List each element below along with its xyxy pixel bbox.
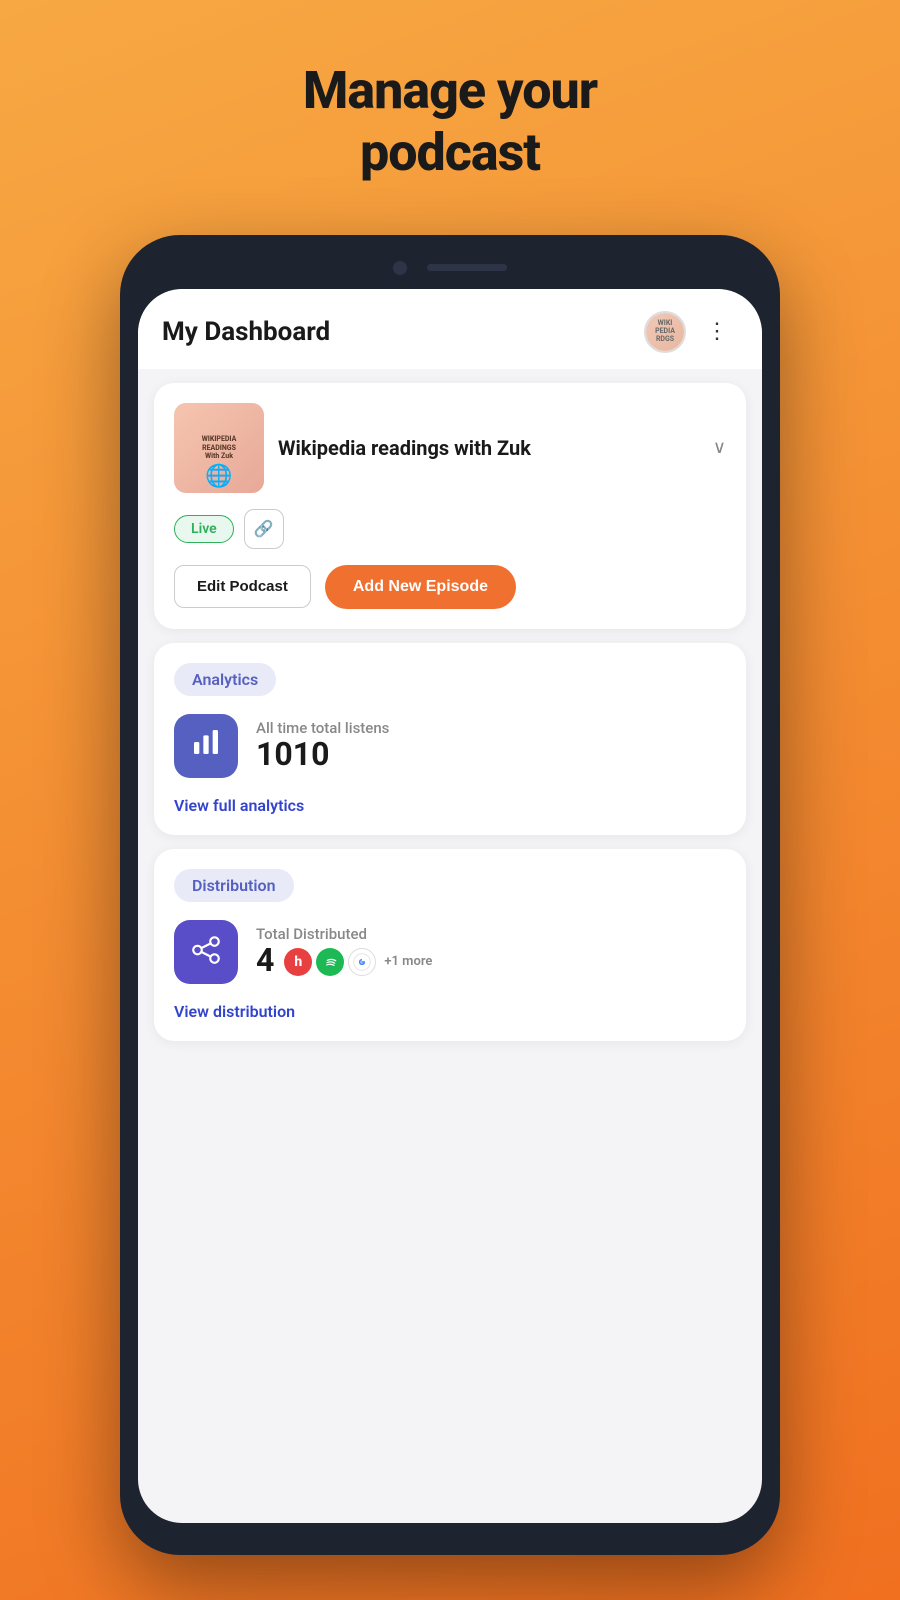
phone-screen: My Dashboard WIKIPEDIARDGS ⋮ WIKIPEDIA <box>138 289 762 1523</box>
stat-info: All time total listens 1010 <box>256 719 389 772</box>
analytics-row: All time total listens 1010 <box>174 714 726 778</box>
add-new-episode-button[interactable]: Add New Episode <box>325 565 516 609</box>
podcast-info: Wikipedia readings with Zuk <box>278 435 691 461</box>
podcast-badges: Live 🔗 <box>174 509 726 549</box>
page-title-line1: Manage your <box>303 60 597 121</box>
view-distribution-link[interactable]: View distribution <box>174 1002 295 1021</box>
phone-camera <box>393 261 407 275</box>
platform-more-text: +1 more <box>384 954 432 969</box>
distribution-icon <box>189 933 223 971</box>
phone-top-bar <box>138 253 762 289</box>
analytics-card: Analytics All time total listens <box>154 643 746 835</box>
page-title-line2: podcast <box>360 122 540 183</box>
copy-link-button[interactable]: 🔗 <box>244 509 284 549</box>
more-menu-button[interactable]: ⋮ <box>698 315 738 348</box>
live-badge: Live <box>174 515 234 543</box>
distribution-section-label: Distribution <box>174 869 294 902</box>
platform-headliner-icon: h <box>284 948 312 976</box>
header-right: WIKIPEDIARDGS ⋮ <box>644 311 738 353</box>
distribution-value: 4 <box>256 943 274 978</box>
podcast-name: Wikipedia readings with Zuk <box>278 436 531 460</box>
avatar-inner: WIKIPEDIARDGS <box>646 313 684 351</box>
phone-speaker <box>427 264 507 271</box>
analytics-section-label: Analytics <box>174 663 276 696</box>
avatar[interactable]: WIKIPEDIARDGS <box>644 311 686 353</box>
distribution-value-row: 4 h <box>256 943 432 978</box>
podcast-header: WIKIPEDIA READINGS With Zuk 🌐 Wikipedia … <box>174 403 726 493</box>
stat-value: 1010 <box>256 737 389 772</box>
app-header: My Dashboard WIKIPEDIARDGS ⋮ <box>138 289 762 369</box>
dashboard-title: My Dashboard <box>162 317 330 347</box>
distribution-icon-box <box>174 920 238 984</box>
distribution-card: Distribution <box>154 849 746 1041</box>
podcast-actions: Edit Podcast Add New Episode <box>174 565 726 609</box>
distribution-stat-label: Total Distributed <box>256 925 432 943</box>
scroll-content: WIKIPEDIA READINGS With Zuk 🌐 Wikipedia … <box>138 369 762 1523</box>
podcast-card: WIKIPEDIA READINGS With Zuk 🌐 Wikipedia … <box>154 383 746 629</box>
avatar-text: WIKIPEDIARDGS <box>655 320 675 343</box>
podcast-chevron[interactable]: ∨ <box>713 437 726 458</box>
distribution-stat-info: Total Distributed 4 h <box>256 925 432 978</box>
analytics-icon-box <box>174 714 238 778</box>
edit-podcast-button[interactable]: Edit Podcast <box>174 565 311 608</box>
platform-spotify-icon <box>316 948 344 976</box>
artwork-text: WIKIPEDIA READINGS With Zuk <box>198 431 241 464</box>
podcast-artwork: WIKIPEDIA READINGS With Zuk 🌐 <box>174 403 264 493</box>
artwork-globe: 🌐 <box>205 464 232 489</box>
view-full-analytics-link[interactable]: View full analytics <box>174 796 304 815</box>
page-title: Manage your podcast <box>303 60 597 185</box>
platform-google-icon <box>348 948 376 976</box>
phone-frame: My Dashboard WIKIPEDIARDGS ⋮ WIKIPEDIA <box>120 235 780 1555</box>
distribution-stat-row: Total Distributed 4 h <box>174 920 726 984</box>
bar-chart-icon <box>190 726 222 765</box>
distribution-platforms: h <box>284 948 432 976</box>
